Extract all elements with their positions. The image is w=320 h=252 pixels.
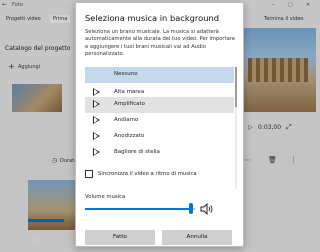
track-label: Nessuno bbox=[114, 71, 138, 77]
background-music-dialog: Seleziona musica in background Seleziona… bbox=[75, 2, 244, 247]
track-item[interactable]: Nessuno bbox=[85, 67, 234, 83]
sync-label: Sincronizza il video a ritmo di musica bbox=[98, 171, 197, 177]
play-icon[interactable] bbox=[93, 88, 100, 96]
track-item[interactable]: Amplificato bbox=[85, 97, 234, 113]
track-item[interactable]: Andiamo bbox=[85, 113, 234, 129]
track-label: Bagliore di stella bbox=[114, 149, 160, 155]
dialog-title: Seleziona musica in background bbox=[85, 13, 220, 23]
track-label: Amplificato bbox=[114, 101, 146, 107]
sync-option[interactable]: Sincronizza il video a ritmo di musica bbox=[85, 169, 239, 181]
volume-slider-thumb[interactable] bbox=[188, 203, 193, 214]
track-label: Anodizzato bbox=[114, 133, 145, 139]
sync-checkbox[interactable] bbox=[85, 170, 93, 178]
play-icon[interactable] bbox=[93, 148, 100, 156]
track-item[interactable]: Bagliore di stella bbox=[85, 145, 234, 161]
play-icon[interactable] bbox=[93, 132, 100, 140]
play-icon[interactable] bbox=[93, 116, 100, 124]
play-icon[interactable] bbox=[93, 100, 100, 108]
volume-slider-fill bbox=[85, 208, 191, 210]
cancel-button[interactable]: Annulla bbox=[162, 230, 232, 245]
track-label: Andiamo bbox=[114, 117, 139, 123]
scrollbar-thumb[interactable] bbox=[235, 67, 237, 107]
track-item[interactable]: Anodizzato bbox=[85, 129, 234, 145]
volume-label: Volume musica bbox=[85, 194, 126, 200]
dialog-description: Seleziona un brano musicale. La musica s… bbox=[85, 29, 235, 58]
done-button[interactable]: Fatto bbox=[85, 230, 155, 245]
speaker-icon[interactable] bbox=[200, 203, 214, 215]
track-label: Alta marea bbox=[114, 89, 145, 95]
